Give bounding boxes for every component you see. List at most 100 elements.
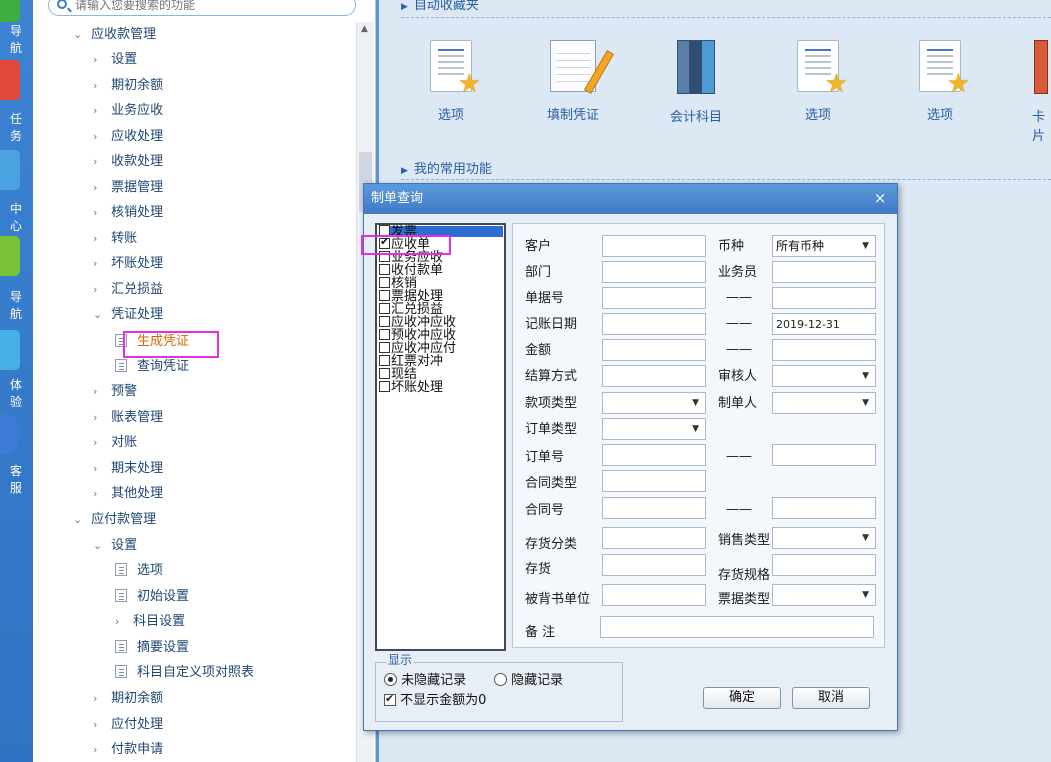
tree-node[interactable]: › 期初余额 [93,688,163,710]
reviewer-select[interactable]: ▼ [772,365,876,387]
payment-type-select[interactable]: ▼ [602,392,706,414]
tree-node[interactable]: › 期初余额 [93,75,163,97]
dialog-titlebar[interactable]: 制单查询 × [364,184,897,214]
checkbox[interactable] [379,290,390,301]
tree-node[interactable]: › 对账 [93,432,137,454]
amount-from-field[interactable] [602,339,706,361]
tree-node[interactable]: › 设置 [93,49,137,71]
tree-leaf[interactable]: 选项 [115,560,163,582]
search-input[interactable] [75,0,345,14]
tree-node[interactable]: › 汇兑损益 [93,279,163,301]
maker-select[interactable]: ▼ [772,392,876,414]
radio-unhidden[interactable]: 未隐藏记录 [384,669,466,688]
document-type-list[interactable]: 发票 应收单 业务应收 收付款单 核销 票据处理 汇兑损益 应收冲应收 预收冲应… [375,223,506,651]
tree-node[interactable]: › 应收处理 [93,126,163,148]
shortcut-fill-voucher[interactable]: 填制凭证 [523,40,623,123]
bill-type-select[interactable]: ▼ [772,584,876,606]
tree-node[interactable]: › 付款申请 [93,739,163,761]
checkbox[interactable] [379,316,390,327]
salesperson-field[interactable] [772,261,876,283]
checkbox[interactable] [379,277,390,288]
order-type-select[interactable]: ▼ [602,418,706,440]
customer-field[interactable] [602,235,706,257]
shortcut-option-2[interactable]: ★ 选项 [768,40,868,123]
section-common-functions[interactable]: ▶ 我的常用功能 [401,158,492,177]
scroll-up-icon[interactable]: ▲ [361,24,368,34]
tree-node-receivable[interactable]: ⌄ 应收款管理 [73,24,156,46]
tree-node-payable[interactable]: ⌄ 应付款管理 [73,509,156,531]
radio-button[interactable] [494,673,507,686]
sales-type-select[interactable]: ▼ [772,527,876,549]
contract-no-to-field[interactable] [772,497,876,519]
tree-leaf[interactable]: 初始设置 [115,586,189,608]
contract-no-from-field[interactable] [602,497,706,519]
tree-node[interactable]: › 票据管理 [93,177,163,199]
shortcut-card[interactable]: 卡片 [990,40,1050,144]
order-no-from-field[interactable] [602,444,706,466]
checkbox-hide-zero[interactable]: 不显示金额为0 [384,689,486,708]
currency-select[interactable]: 所有币种 ▼ [772,235,876,257]
inventory-spec-field[interactable] [772,554,876,576]
tree-node[interactable]: › 转账 [93,228,137,250]
amount-label: 金额 [525,343,552,358]
doc-no-to-field[interactable] [772,287,876,309]
posting-date-from-field[interactable] [602,313,706,335]
checkbox[interactable] [379,355,390,366]
doc-no-from-field[interactable] [602,287,706,309]
shortcut-option-3[interactable]: ★ 选项 [890,40,990,123]
chevron-right-icon: › [93,104,98,117]
document-icon [115,589,127,602]
section-auto-favorites[interactable]: ▶ 自动收藏夹 [401,0,479,13]
tree-node[interactable]: › 账表管理 [93,407,163,429]
checkbox[interactable] [379,329,390,340]
tree-node[interactable]: › 预警 [93,381,137,403]
inventory-class-field[interactable] [602,527,706,549]
tree-leaf[interactable]: 摘要设置 [115,637,189,659]
inventory-field[interactable] [602,554,706,576]
tree-node[interactable]: › 坏账处理 [93,253,163,275]
tree-node[interactable]: › 收款处理 [93,151,163,173]
tree-node[interactable]: › 期末处理 [93,458,163,480]
tree-node[interactable]: › 业务应收 [93,100,163,122]
tree-leaf[interactable]: 科目自定义项对照表 [115,662,254,684]
tree-node-subject-settings[interactable]: › 科目设置 [115,611,185,633]
checkbox[interactable] [379,264,390,275]
tree-node[interactable]: › 应付处理 [93,714,163,736]
tree-node-payable-settings[interactable]: ⌄ 设置 [93,535,137,557]
shortcut-accounting-subjects[interactable]: 会计科目 [646,40,746,125]
experience-icon [0,330,20,370]
left-rail: 导航 任务 中心 导航 体验 客服 [0,0,33,762]
close-icon[interactable]: × [871,189,889,207]
dropdown-arrow-icon: ▼ [692,398,699,408]
amount-to-field[interactable] [772,339,876,361]
document-icon [115,665,127,678]
endorser-field[interactable] [602,584,706,606]
list-item[interactable]: 坏账处理 [379,381,443,395]
dropdown-arrow-icon: ▼ [862,371,869,381]
tree-leaf-query-voucher[interactable]: 查询凭证 [115,356,189,378]
checkbox[interactable] [379,342,390,353]
posting-date-to-field[interactable] [772,313,876,335]
tree-node-voucher[interactable]: ⌄ 凭证处理 [93,304,163,326]
range-separator: —— [726,316,752,331]
chevron-right-icon: › [93,462,98,475]
tree-node[interactable]: › 核销处理 [93,202,163,224]
shortcut-option-1[interactable]: ★ 选项 [401,40,501,123]
settlement-field[interactable] [602,365,706,387]
tree-node[interactable]: › 其他处理 [93,483,163,505]
checkbox[interactable] [379,368,390,379]
radio-button[interactable] [384,673,397,686]
task-icon [0,60,20,100]
checkbox[interactable] [379,381,390,392]
display-options-group: 显示 未隐藏记录 隐藏记录 不显示金额为0 [375,654,623,722]
cancel-button[interactable]: 取消 [792,687,870,709]
ok-button[interactable]: 确定 [703,687,781,709]
department-field[interactable] [602,261,706,283]
remark-field[interactable] [600,616,874,638]
radio-hidden[interactable]: 隐藏记录 [494,669,563,688]
contract-type-field[interactable] [602,470,706,492]
checkbox[interactable] [379,303,390,314]
search-box[interactable] [48,0,356,16]
checkbox[interactable] [384,692,396,706]
order-no-to-field[interactable] [772,444,876,466]
